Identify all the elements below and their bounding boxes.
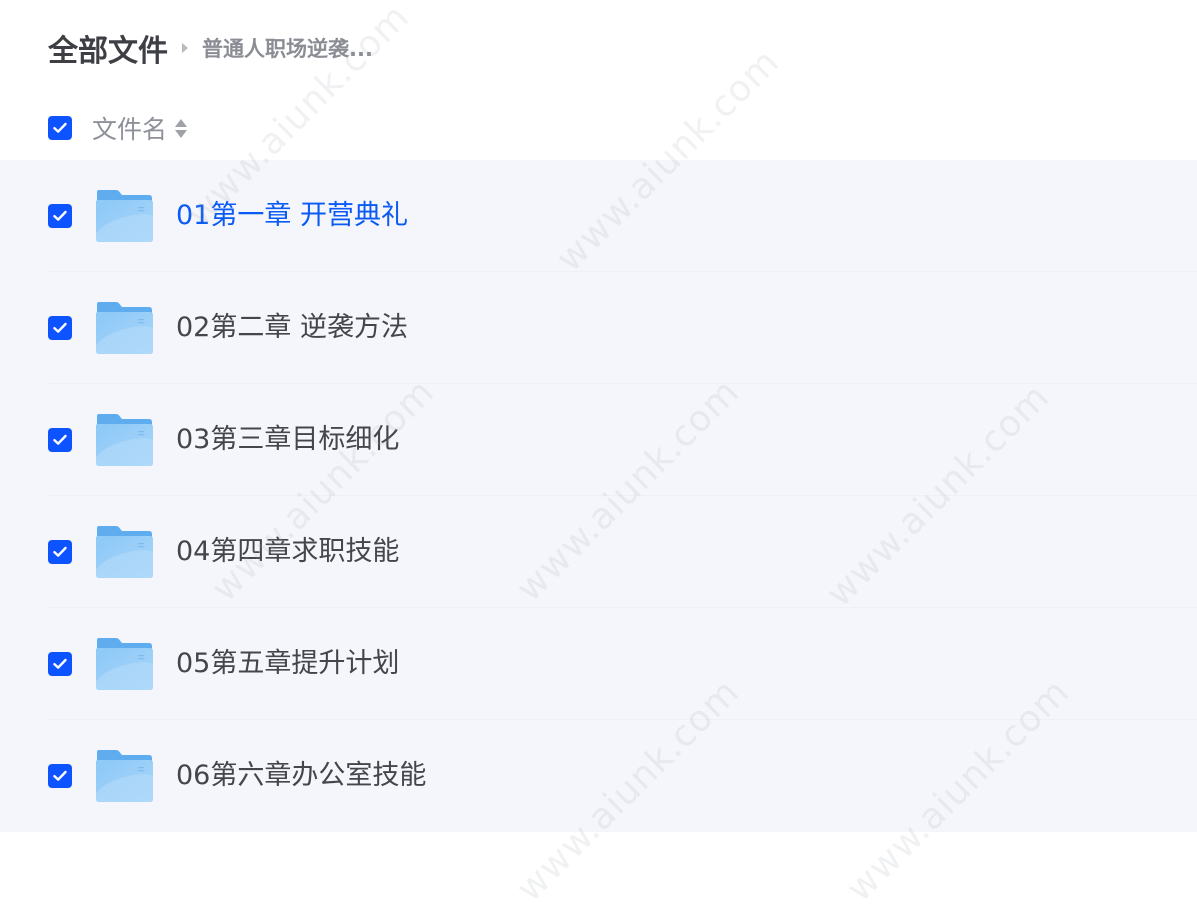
folder-icon[interactable] [94,637,154,691]
folder-icon [96,414,153,466]
folder-icon[interactable] [94,749,154,803]
select-all-checkbox[interactable] [48,116,72,140]
file-browser: 全部文件 普通人职场逆袭... 文件名 01第一章 开营典礼 02第二章 逆袭方… [0,0,1197,914]
file-name-link[interactable]: 02第二章 逆袭方法 [176,310,408,346]
row-checkbox[interactable] [48,652,72,676]
row-checkbox[interactable] [48,428,72,452]
file-row[interactable]: 06第六章办公室技能 [0,720,1197,832]
file-row[interactable]: 02第二章 逆袭方法 [0,272,1197,384]
file-name-link[interactable]: 04第四章求职技能 [176,534,399,570]
file-row[interactable]: 03第三章目标细化 [0,384,1197,496]
folder-icon[interactable] [94,301,154,355]
folder-icon [96,750,153,802]
row-checkbox[interactable] [48,540,72,564]
row-checkbox[interactable] [48,764,72,788]
breadcrumb-current-folder: 普通人职场逆袭... [202,37,373,61]
folder-icon [96,302,153,354]
folder-icon[interactable] [94,189,154,243]
checkmark-icon [53,210,67,221]
file-name-link[interactable]: 06第六章办公室技能 [176,758,426,794]
breadcrumb-separator-icon [182,43,188,53]
file-row[interactable]: 05第五章提升计划 [0,608,1197,720]
file-name-link[interactable]: 01第一章 开营典礼 [176,198,408,234]
sort-icon[interactable] [175,118,188,138]
checkmark-icon [53,658,67,669]
breadcrumb: 全部文件 普通人职场逆袭... [48,26,373,70]
column-header-filename[interactable]: 文件名 [92,110,167,146]
checkmark-icon [53,122,67,133]
checkmark-icon [53,434,67,445]
file-row[interactable]: 04第四章求职技能 [0,496,1197,608]
folder-icon [96,526,153,578]
folder-icon [96,190,153,242]
checkmark-icon [53,546,67,557]
breadcrumb-root-link[interactable]: 全部文件 [48,26,168,70]
folder-icon[interactable] [94,413,154,467]
file-name-link[interactable]: 03第三章目标细化 [176,422,399,458]
list-header: 文件名 [48,108,188,148]
folder-icon [96,638,153,690]
file-row[interactable]: 01第一章 开营典礼 [0,160,1197,272]
folder-icon[interactable] [94,525,154,579]
row-checkbox[interactable] [48,316,72,340]
file-list: 01第一章 开营典礼 02第二章 逆袭方法 03第三章目标细化 04第四章求职技… [0,160,1197,832]
file-name-link[interactable]: 05第五章提升计划 [176,646,399,682]
row-checkbox[interactable] [48,204,72,228]
checkmark-icon [53,770,67,781]
checkmark-icon [53,322,67,333]
